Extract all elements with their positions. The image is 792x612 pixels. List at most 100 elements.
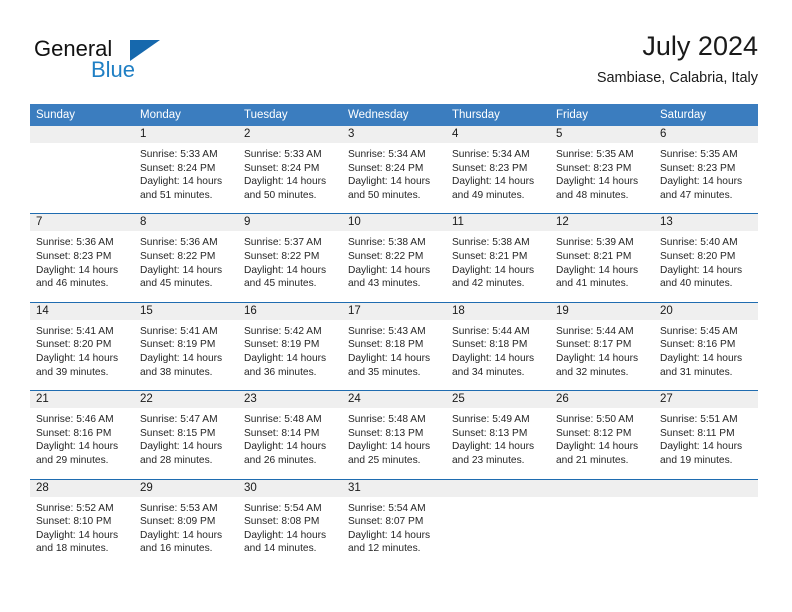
day-details: Sunrise: 5:47 AM Sunset: 8:15 PM Dayligh… bbox=[134, 408, 238, 467]
daylight-text-line1: Daylight: 14 hours bbox=[348, 176, 431, 188]
day-cell[interactable]: 5 Sunrise: 5:35 AM Sunset: 8:23 PM Dayli… bbox=[550, 126, 654, 214]
day-cell[interactable]: 30 Sunrise: 5:54 AM Sunset: 8:08 PM Dayl… bbox=[238, 479, 342, 567]
daylight-text-line2: and 48 minutes. bbox=[556, 189, 629, 201]
sunrise-text: Sunrise: 5:47 AM bbox=[140, 414, 218, 426]
daylight-text-line2: and 39 minutes. bbox=[36, 366, 109, 378]
daylight-text-line2: and 38 minutes. bbox=[140, 366, 213, 378]
day-cell[interactable]: 3 Sunrise: 5:34 AM Sunset: 8:24 PM Dayli… bbox=[342, 126, 446, 214]
daylight-text-line1: Daylight: 14 hours bbox=[452, 264, 535, 276]
day-cell[interactable]: 25 Sunrise: 5:49 AM Sunset: 8:13 PM Dayl… bbox=[446, 391, 550, 479]
day-cell[interactable]: 11 Sunrise: 5:38 AM Sunset: 8:21 PM Dayl… bbox=[446, 214, 550, 302]
daylight-text-line1: Daylight: 14 hours bbox=[348, 352, 431, 364]
day-cell[interactable]: 9 Sunrise: 5:37 AM Sunset: 8:22 PM Dayli… bbox=[238, 214, 342, 302]
daylight-text-line1: Daylight: 14 hours bbox=[452, 441, 535, 453]
day-cell[interactable]: 31 Sunrise: 5:54 AM Sunset: 8:07 PM Dayl… bbox=[342, 479, 446, 567]
day-cell[interactable]: 7 Sunrise: 5:36 AM Sunset: 8:23 PM Dayli… bbox=[30, 214, 134, 302]
sunset-text: Sunset: 8:09 PM bbox=[140, 516, 216, 528]
daylight-text-line1: Daylight: 14 hours bbox=[244, 264, 327, 276]
sunset-text: Sunset: 8:23 PM bbox=[556, 162, 632, 174]
day-cell[interactable]: 16 Sunrise: 5:42 AM Sunset: 8:19 PM Dayl… bbox=[238, 302, 342, 391]
sunrise-text: Sunrise: 5:44 AM bbox=[452, 325, 530, 337]
sunrise-text: Sunrise: 5:35 AM bbox=[660, 149, 738, 160]
day-cell[interactable]: 13 Sunrise: 5:40 AM Sunset: 8:20 PM Dayl… bbox=[654, 214, 758, 302]
daylight-text-line1: Daylight: 14 hours bbox=[556, 441, 639, 453]
daylight-text-line2: and 19 minutes. bbox=[660, 454, 733, 466]
sunset-text: Sunset: 8:07 PM bbox=[348, 516, 424, 528]
sunrise-text: Sunrise: 5:41 AM bbox=[140, 325, 218, 337]
sunset-text: Sunset: 8:24 PM bbox=[348, 162, 424, 174]
day-cell[interactable]: 4 Sunrise: 5:34 AM Sunset: 8:23 PM Dayli… bbox=[446, 126, 550, 214]
sunrise-text: Sunrise: 5:41 AM bbox=[36, 325, 114, 337]
day-cell[interactable]: 29 Sunrise: 5:53 AM Sunset: 8:09 PM Dayl… bbox=[134, 479, 238, 567]
week-row: 1 Sunrise: 5:33 AM Sunset: 8:24 PM Dayli… bbox=[30, 126, 758, 214]
sunset-text: Sunset: 8:17 PM bbox=[556, 339, 632, 351]
sunrise-text: Sunrise: 5:54 AM bbox=[348, 502, 426, 514]
daylight-text-line1: Daylight: 14 hours bbox=[140, 264, 223, 276]
day-number: 1 bbox=[134, 126, 238, 143]
sunrise-text: Sunrise: 5:43 AM bbox=[348, 325, 426, 337]
daylight-text-line1: Daylight: 14 hours bbox=[660, 264, 743, 276]
daylight-text-line2: and 25 minutes. bbox=[348, 454, 421, 466]
sunset-text: Sunset: 8:22 PM bbox=[348, 250, 424, 262]
page-subtitle: Sambiase, Calabria, Italy bbox=[596, 70, 758, 86]
weekday-wednesday: Wednesday bbox=[348, 109, 409, 121]
day-cell[interactable]: 28 Sunrise: 5:52 AM Sunset: 8:10 PM Dayl… bbox=[30, 479, 134, 567]
day-number: 9 bbox=[238, 214, 342, 232]
day-cell[interactable]: 17 Sunrise: 5:43 AM Sunset: 8:18 PM Dayl… bbox=[342, 302, 446, 391]
general-blue-logo[interactable]: General Blue bbox=[34, 36, 264, 88]
day-cell[interactable]: 20 Sunrise: 5:45 AM Sunset: 8:16 PM Dayl… bbox=[654, 302, 758, 391]
day-details: Sunrise: 5:33 AM Sunset: 8:24 PM Dayligh… bbox=[238, 143, 342, 202]
day-cell[interactable]: 8 Sunrise: 5:36 AM Sunset: 8:22 PM Dayli… bbox=[134, 214, 238, 302]
day-details: Sunrise: 5:35 AM Sunset: 8:23 PM Dayligh… bbox=[654, 143, 758, 202]
sunset-text: Sunset: 8:13 PM bbox=[452, 427, 528, 439]
daylight-text-line2: and 12 minutes. bbox=[348, 543, 421, 555]
weekday-monday: Monday bbox=[140, 109, 181, 121]
day-cell[interactable]: 19 Sunrise: 5:44 AM Sunset: 8:17 PM Dayl… bbox=[550, 302, 654, 391]
sunrise-text: Sunrise: 5:34 AM bbox=[452, 149, 530, 160]
daylight-text-line1: Daylight: 14 hours bbox=[244, 529, 327, 541]
sunset-text: Sunset: 8:14 PM bbox=[244, 427, 320, 439]
day-details: Sunrise: 5:41 AM Sunset: 8:19 PM Dayligh… bbox=[134, 320, 238, 379]
sunrise-text: Sunrise: 5:48 AM bbox=[348, 414, 426, 426]
sunrise-text: Sunrise: 5:38 AM bbox=[452, 237, 530, 249]
day-cell[interactable]: 15 Sunrise: 5:41 AM Sunset: 8:19 PM Dayl… bbox=[134, 302, 238, 391]
day-number bbox=[654, 479, 758, 497]
day-cell[interactable]: 14 Sunrise: 5:41 AM Sunset: 8:20 PM Dayl… bbox=[30, 302, 134, 391]
sunrise-text: Sunrise: 5:38 AM bbox=[348, 237, 426, 249]
sunset-text: Sunset: 8:19 PM bbox=[140, 339, 216, 351]
day-cell[interactable]: 1 Sunrise: 5:33 AM Sunset: 8:24 PM Dayli… bbox=[134, 126, 238, 214]
day-details: Sunrise: 5:51 AM Sunset: 8:11 PM Dayligh… bbox=[654, 408, 758, 467]
day-details: Sunrise: 5:41 AM Sunset: 8:20 PM Dayligh… bbox=[30, 320, 134, 379]
masthead: General Blue July 2024 Sambiase, Calabri… bbox=[0, 0, 792, 100]
day-cell[interactable]: 24 Sunrise: 5:48 AM Sunset: 8:13 PM Dayl… bbox=[342, 391, 446, 479]
day-number: 3 bbox=[342, 126, 446, 143]
daylight-text-line2: and 35 minutes. bbox=[348, 366, 421, 378]
day-cell[interactable]: 27 Sunrise: 5:51 AM Sunset: 8:11 PM Dayl… bbox=[654, 391, 758, 479]
day-number: 7 bbox=[30, 214, 134, 232]
sunrise-text: Sunrise: 5:51 AM bbox=[660, 414, 738, 426]
daylight-text-line1: Daylight: 14 hours bbox=[556, 352, 639, 364]
daylight-text-line1: Daylight: 14 hours bbox=[452, 176, 535, 188]
sunrise-text: Sunrise: 5:53 AM bbox=[140, 502, 218, 514]
day-cell[interactable]: 12 Sunrise: 5:39 AM Sunset: 8:21 PM Dayl… bbox=[550, 214, 654, 302]
day-cell[interactable]: 26 Sunrise: 5:50 AM Sunset: 8:12 PM Dayl… bbox=[550, 391, 654, 479]
day-number: 25 bbox=[446, 391, 550, 409]
day-cell[interactable]: 6 Sunrise: 5:35 AM Sunset: 8:23 PM Dayli… bbox=[654, 126, 758, 214]
sunrise-text: Sunrise: 5:52 AM bbox=[36, 502, 114, 514]
day-cell[interactable]: 2 Sunrise: 5:33 AM Sunset: 8:24 PM Dayli… bbox=[238, 126, 342, 214]
day-cell[interactable]: 18 Sunrise: 5:44 AM Sunset: 8:18 PM Dayl… bbox=[446, 302, 550, 391]
week-row: 14 Sunrise: 5:41 AM Sunset: 8:20 PM Dayl… bbox=[30, 301, 758, 391]
sunset-text: Sunset: 8:24 PM bbox=[140, 162, 216, 174]
daylight-text-line1: Daylight: 14 hours bbox=[348, 529, 431, 541]
day-number: 4 bbox=[446, 126, 550, 143]
day-cell[interactable]: 21 Sunrise: 5:46 AM Sunset: 8:16 PM Dayl… bbox=[30, 391, 134, 479]
daylight-text-line2: and 47 minutes. bbox=[660, 189, 733, 201]
day-number: 8 bbox=[134, 214, 238, 232]
daylight-text-line2: and 40 minutes. bbox=[660, 278, 733, 290]
day-cell[interactable]: 10 Sunrise: 5:38 AM Sunset: 8:22 PM Dayl… bbox=[342, 214, 446, 302]
daylight-text-line2: and 31 minutes. bbox=[660, 366, 733, 378]
sunset-text: Sunset: 8:16 PM bbox=[660, 339, 736, 351]
sunrise-text: Sunrise: 5:39 AM bbox=[556, 237, 634, 249]
day-cell[interactable]: 23 Sunrise: 5:48 AM Sunset: 8:14 PM Dayl… bbox=[238, 391, 342, 479]
day-cell[interactable]: 22 Sunrise: 5:47 AM Sunset: 8:15 PM Dayl… bbox=[134, 391, 238, 479]
